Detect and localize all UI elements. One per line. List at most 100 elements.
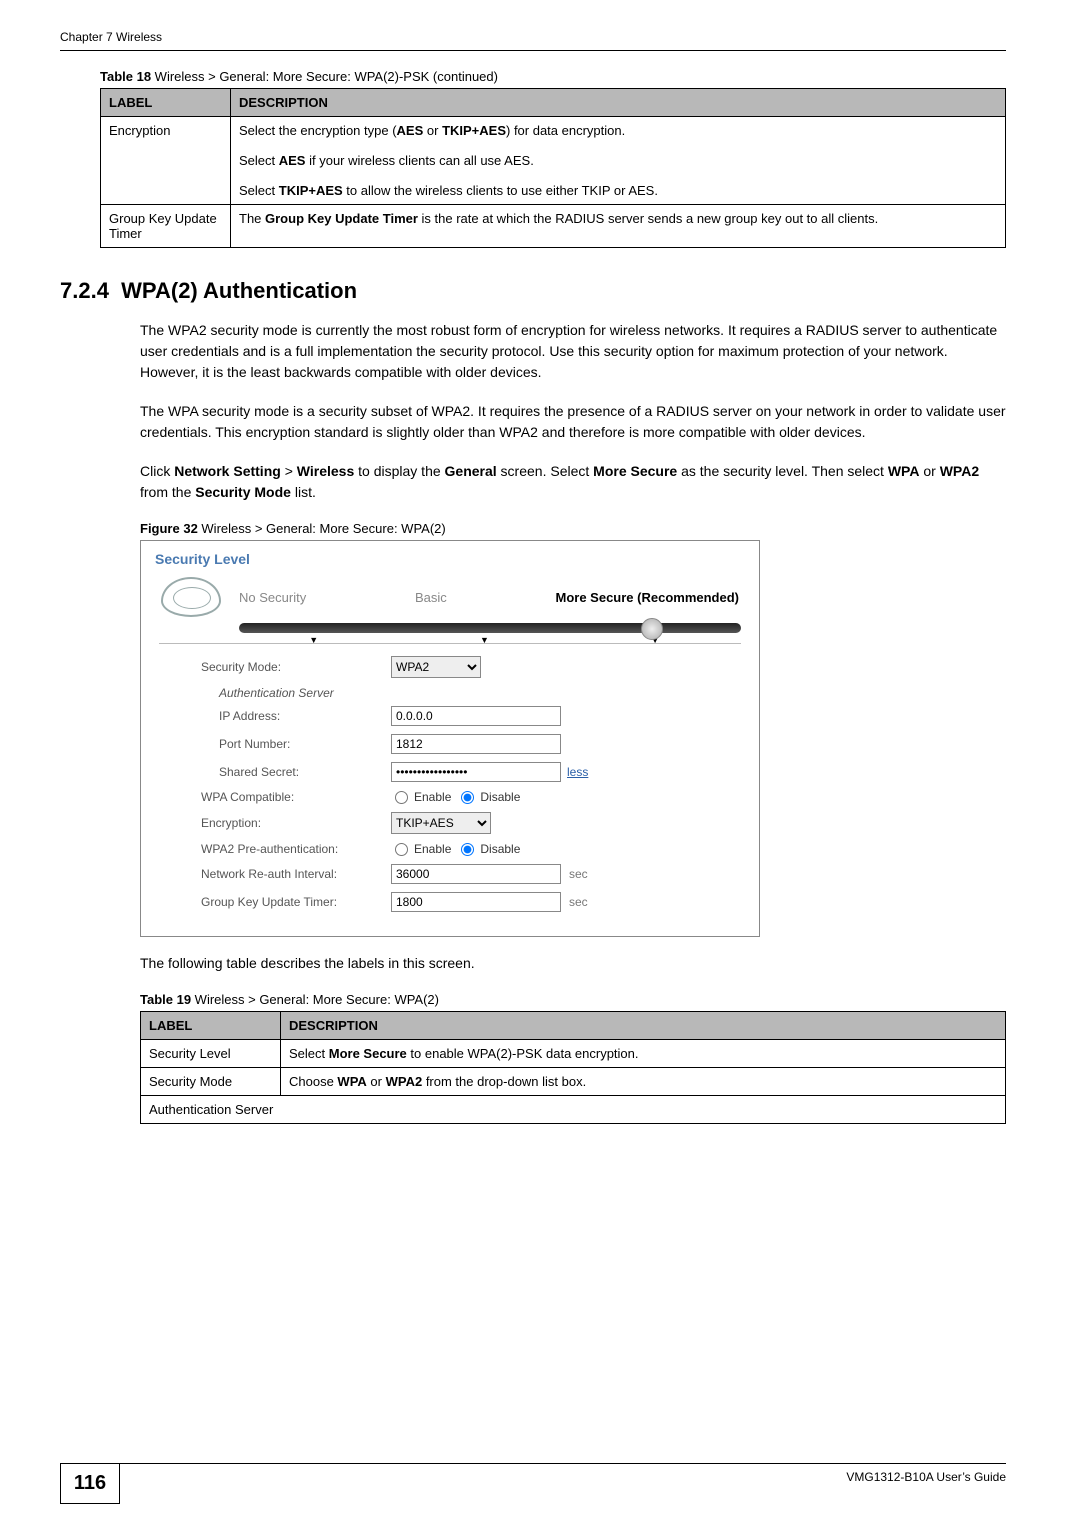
header-rule: [60, 50, 1006, 51]
p3a: Click: [140, 463, 174, 479]
p3j: WPA: [888, 463, 920, 479]
t19-r1-label: Security Level: [141, 1040, 281, 1068]
table18-head-label: LABEL: [101, 89, 231, 117]
table18-head-desc: DESCRIPTION: [231, 89, 1006, 117]
disable-label: Disable: [480, 790, 520, 804]
secret-label: Shared Secret:: [201, 765, 391, 779]
t18r1l1c: or: [423, 123, 442, 138]
less-link[interactable]: less: [567, 765, 588, 779]
figure32-caption-num: Figure 32: [140, 521, 198, 536]
wpa-compat-radios: Enable Disable: [391, 790, 520, 804]
footer-guide-name: VMG1312-B10A User’s Guide: [120, 1464, 1006, 1504]
secret-input[interactable]: [391, 762, 561, 782]
table19-head-row: LABEL DESCRIPTION: [141, 1012, 1006, 1040]
para-3: Click Network Setting > Wireless to disp…: [140, 461, 1006, 503]
encryption-label: Encryption:: [201, 816, 391, 830]
p3b: Network Setting: [174, 463, 281, 479]
p3g: screen. Select: [497, 463, 594, 479]
t19r2b: WPA: [337, 1074, 366, 1089]
chapter-label: Chapter 7 Wireless: [60, 30, 162, 44]
wpa-compat-enable-radio[interactable]: [395, 791, 408, 804]
t19r2e: from the drop-down list box.: [422, 1074, 586, 1089]
table18-r1-desc: Select the encryption type (AES or TKIP+…: [231, 117, 1006, 205]
reauth-unit: sec: [569, 867, 588, 881]
level-basic: Basic: [415, 590, 447, 605]
ip-input[interactable]: [391, 706, 561, 726]
t19-r2-label: Security Mode: [141, 1068, 281, 1096]
t19r2c: or: [367, 1074, 386, 1089]
p3n: Security Mode: [195, 484, 291, 500]
encryption-row: Encryption: TKIP+AES: [201, 812, 729, 834]
port-row: Port Number:: [201, 734, 729, 754]
t18r1l1d: TKIP+AES: [442, 123, 506, 138]
slider-tick: ▼: [309, 635, 317, 643]
port-label: Port Number:: [201, 737, 391, 751]
ip-label: IP Address:: [201, 709, 391, 723]
para-2: The WPA security mode is a security subs…: [140, 401, 1006, 443]
table-row: Group Key Update Timer The Group Key Upd…: [101, 205, 1006, 248]
table19-head-label: LABEL: [141, 1012, 281, 1040]
t18r1l3a: Select: [239, 183, 279, 198]
security-level-slider[interactable]: ▼ ▼ ▼: [239, 623, 741, 633]
para-1: The WPA2 security mode is currently the …: [140, 320, 1006, 383]
t18r1l1e: ) for data encryption.: [506, 123, 625, 138]
security-mode-select[interactable]: WPA2: [391, 656, 481, 678]
page-number: 116: [60, 1464, 120, 1504]
t19r1a: Select: [289, 1046, 329, 1061]
secret-row: Shared Secret: less: [201, 762, 729, 782]
t19-r1-desc: Select More Secure to enable WPA(2)-PSK …: [281, 1040, 1006, 1068]
p3k: or: [919, 463, 939, 479]
table19-caption: Table 19 Wireless > General: More Secure…: [140, 992, 1006, 1007]
group-key-row: Group Key Update Timer: sec: [201, 892, 729, 912]
figure32-caption-text: Wireless > General: More Secure: WPA(2): [198, 521, 446, 536]
security-mode-label: Security Mode:: [201, 660, 391, 674]
table-row: Authentication Server: [141, 1096, 1006, 1124]
p3h: More Secure: [593, 463, 677, 479]
port-input[interactable]: [391, 734, 561, 754]
group-key-input[interactable]: [391, 892, 561, 912]
p3o: list.: [291, 484, 316, 500]
preauth-enable-radio[interactable]: [395, 843, 408, 856]
figure32-screenshot: Security Level No Security Basic More Se…: [140, 540, 760, 937]
reauth-row: Network Re-auth Interval: sec: [201, 864, 729, 884]
p3e: to display the: [354, 463, 444, 479]
enable-label: Enable: [414, 790, 451, 804]
preauth-radios: Enable Disable: [391, 842, 520, 856]
ip-row: IP Address:: [201, 706, 729, 726]
preauth-disable-radio[interactable]: [461, 843, 474, 856]
group-key-unit: sec: [569, 895, 588, 909]
section-title: WPA(2) Authentication: [121, 278, 357, 303]
reauth-input[interactable]: [391, 864, 561, 884]
t18r1l2c: if your wireless clients can all use AES…: [305, 153, 533, 168]
t18r1l3b: TKIP+AES: [279, 183, 343, 198]
p3i: as the security level. Then select: [677, 463, 888, 479]
security-level-labels: No Security Basic More Secure (Recommend…: [239, 590, 739, 605]
auth-server-header: Authentication Server: [219, 686, 729, 700]
footer-row: 116 VMG1312-B10A User’s Guide: [60, 1464, 1006, 1504]
panel-title: Security Level: [155, 551, 759, 567]
section-number: 7.2.4: [60, 278, 109, 303]
reauth-label: Network Re-auth Interval:: [201, 867, 391, 881]
t18r1l2a: Select: [239, 153, 279, 168]
p3m: from the: [140, 484, 195, 500]
p3f: General: [445, 463, 497, 479]
footer: 116 VMG1312-B10A User’s Guide: [0, 1463, 1066, 1504]
disable-label-2: Disable: [480, 842, 520, 856]
t18r2b: Group Key Update Timer: [265, 211, 418, 226]
wpa-compat-disable-radio[interactable]: [461, 791, 474, 804]
table18-r1-label: Encryption: [101, 117, 231, 205]
preauth-row: WPA2 Pre-authentication: Enable Disable: [201, 842, 729, 856]
slider-knob[interactable]: [641, 618, 663, 640]
encryption-select[interactable]: TKIP+AES: [391, 812, 491, 834]
table19-caption-text: Wireless > General: More Secure: WPA(2): [191, 992, 439, 1007]
table-row: Security Level Select More Secure to ena…: [141, 1040, 1006, 1068]
form-area: Security Mode: WPA2 Authentication Serve…: [201, 656, 729, 912]
table18-caption-num: Table 18: [100, 69, 151, 84]
t19-r3-label: Authentication Server: [141, 1096, 1006, 1124]
t19r2d: WPA2: [386, 1074, 423, 1089]
t18r1l2b: AES: [279, 153, 306, 168]
t19-r2-desc: Choose WPA or WPA2 from the drop-down li…: [281, 1068, 1006, 1096]
table-row: Encryption Select the encryption type (A…: [101, 117, 1006, 205]
t19r2a: Choose: [289, 1074, 337, 1089]
brain-icon: [161, 577, 221, 617]
